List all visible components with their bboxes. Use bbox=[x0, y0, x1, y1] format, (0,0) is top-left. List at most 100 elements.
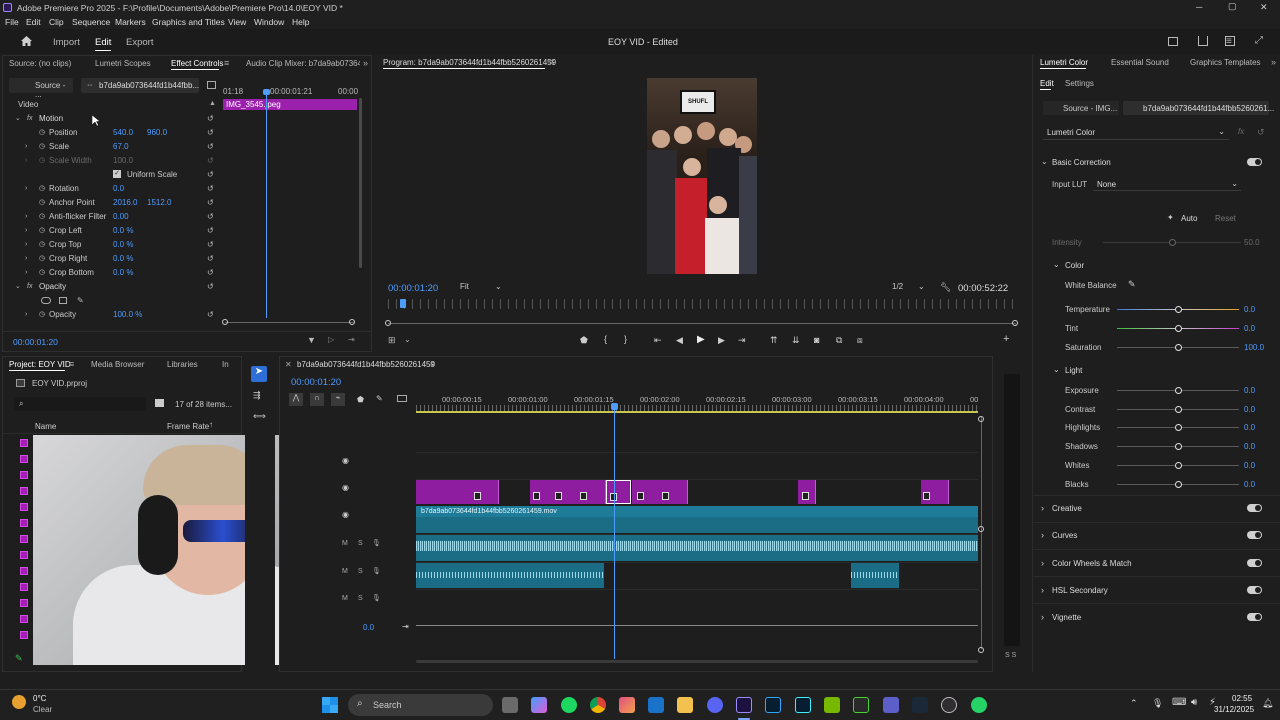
settings-wrench-icon[interactable]: 🔧︎ bbox=[940, 282, 951, 293]
clip-swatch[interactable] bbox=[20, 455, 28, 463]
more-tabs-icon[interactable]: » bbox=[363, 58, 368, 68]
photo-clip[interactable] bbox=[798, 480, 816, 504]
chevron-down-icon[interactable]: ⌄ bbox=[1053, 365, 1060, 374]
edit-tab[interactable]: Edit bbox=[95, 37, 111, 48]
camera-icon[interactable]: ◙ bbox=[814, 335, 819, 345]
premiere-icon[interactable] bbox=[736, 697, 752, 713]
program-ruler[interactable] bbox=[388, 299, 1016, 309]
reset-all-icon[interactable]: ↺ bbox=[1257, 127, 1265, 138]
menu-clip[interactable]: Clip bbox=[49, 17, 64, 27]
task-view-icon[interactable] bbox=[502, 697, 518, 713]
creative-toggle[interactable] bbox=[1247, 504, 1262, 512]
hsl-toggle[interactable] bbox=[1247, 586, 1262, 594]
bin-icon[interactable] bbox=[155, 399, 164, 407]
mark-in-icon[interactable]: { bbox=[604, 334, 607, 344]
taskbar-search[interactable]: ⌕ Search bbox=[348, 694, 493, 716]
stopwatch-icon[interactable]: ◷ bbox=[39, 198, 45, 206]
export-icon[interactable]: ⇥ bbox=[348, 335, 355, 344]
chevron-right-icon[interactable]: › bbox=[25, 269, 27, 276]
chevron-right-icon[interactable]: › bbox=[1041, 503, 1044, 513]
play-icon[interactable]: ▶︎ bbox=[697, 334, 705, 345]
photoshop-icon[interactable] bbox=[765, 697, 781, 713]
selected-photo-clip[interactable] bbox=[606, 480, 631, 504]
workspaces-icon[interactable] bbox=[1168, 37, 1178, 46]
selection-tool-icon[interactable]: ➤ bbox=[251, 366, 267, 382]
minimize-button[interactable]: ─ bbox=[1196, 2, 1202, 12]
reset-icon[interactable]: ↺ bbox=[207, 226, 214, 235]
lumetri-clip-dropdown[interactable]: b7da9ab073644fd1b44fbb5260261... bbox=[1123, 101, 1274, 115]
work-area-bar[interactable] bbox=[416, 411, 978, 413]
go-to-out-icon[interactable]: ⇥ bbox=[738, 335, 746, 346]
track-mute[interactable]: M bbox=[342, 595, 348, 602]
fx-toggle-icon[interactable]: fx bbox=[1238, 127, 1244, 136]
snap-icon[interactable]: ⋀ bbox=[289, 393, 303, 406]
col-name[interactable]: Name bbox=[35, 422, 56, 431]
tab-audio-clip-mixer[interactable]: Audio Clip Mixer: b7da9ab073644fd1b44fbb… bbox=[246, 59, 360, 68]
filter-icon[interactable]: ▼ bbox=[307, 335, 316, 345]
chevron-right-icon[interactable]: › bbox=[25, 185, 27, 192]
menu-sequence[interactable]: Sequence bbox=[72, 17, 110, 27]
stopwatch-icon[interactable]: ◷ bbox=[39, 268, 45, 276]
go-to-in-icon[interactable]: ⇤ bbox=[654, 335, 662, 346]
audio-clip[interactable] bbox=[416, 535, 978, 561]
toggle-icon[interactable] bbox=[207, 81, 216, 89]
lift-icon[interactable]: ⇈ bbox=[770, 335, 778, 346]
stopwatch-icon[interactable]: ◷ bbox=[39, 240, 45, 248]
section-color-wheels[interactable]: Color Wheels & Match bbox=[1052, 559, 1132, 568]
clip-swatch[interactable] bbox=[20, 471, 28, 479]
mark-out-icon[interactable]: } bbox=[624, 334, 627, 344]
ripple-edit-icon[interactable]: ⟺ bbox=[253, 411, 266, 422]
clip-swatch[interactable] bbox=[20, 439, 28, 447]
menu-view[interactable]: View bbox=[228, 17, 246, 27]
chevron-right-icon[interactable]: › bbox=[25, 311, 27, 318]
reset-icon[interactable]: ↺ bbox=[207, 142, 214, 151]
stopwatch-icon[interactable]: ◷ bbox=[39, 184, 45, 192]
lightroom-icon[interactable] bbox=[795, 697, 811, 713]
track-eye-icon[interactable]: ◉ bbox=[342, 456, 349, 465]
marker-icon[interactable]: ⬟ bbox=[357, 395, 364, 404]
audio-clip[interactable] bbox=[416, 563, 604, 588]
uniform-scale-checkbox[interactable]: ✓ bbox=[113, 170, 121, 178]
add-marker-icon[interactable]: ⬟ bbox=[580, 335, 588, 346]
reset-icon[interactable]: ↺ bbox=[207, 212, 214, 221]
stopwatch-icon[interactable]: ◷ bbox=[39, 142, 45, 150]
reset-icon[interactable]: ↺ bbox=[207, 310, 214, 319]
outlook-icon[interactable] bbox=[648, 697, 664, 713]
reset-icon[interactable]: ↺ bbox=[207, 268, 214, 277]
eyedropper-icon[interactable]: ✎ bbox=[1128, 279, 1136, 290]
subtab-settings[interactable]: Settings bbox=[1065, 79, 1094, 88]
chrome-icon[interactable] bbox=[590, 697, 606, 713]
file-explorer-icon[interactable] bbox=[677, 697, 693, 713]
close-button[interactable]: ✕ bbox=[1260, 2, 1268, 13]
tray-mic-icon[interactable]: 🎙︎ bbox=[1152, 698, 1163, 709]
stopwatch-icon[interactable]: ◷ bbox=[39, 226, 45, 234]
tab-source[interactable]: Source: (no clips) bbox=[9, 59, 71, 68]
play-only-icon[interactable]: ▷ bbox=[328, 335, 334, 344]
pencil-icon[interactable]: ✎ bbox=[15, 653, 23, 664]
windows-start-icon[interactable] bbox=[322, 697, 338, 713]
chevron-right-icon[interactable]: › bbox=[25, 255, 27, 262]
reset-icon[interactable]: ↺ bbox=[207, 114, 214, 123]
chevron-down-icon[interactable]: ⌄ bbox=[1041, 157, 1048, 166]
copilot-icon[interactable] bbox=[531, 697, 547, 713]
chevron-right-icon[interactable]: › bbox=[1041, 530, 1044, 540]
rect-mask-icon[interactable] bbox=[59, 296, 67, 304]
tab-menu-icon[interactable]: ≡ bbox=[224, 58, 229, 68]
mic-icon[interactable]: 🎙︎ bbox=[372, 594, 381, 602]
maximize-button[interactable]: ▢ bbox=[1228, 1, 1237, 12]
safe-margins-icon[interactable]: ⊞ bbox=[388, 335, 396, 346]
step-back-icon[interactable]: ◀︎ bbox=[676, 335, 683, 346]
program-zoom-bar[interactable] bbox=[388, 323, 1016, 324]
chevron-down-icon[interactable]: ⌄ bbox=[15, 282, 21, 290]
reset-icon[interactable]: ↺ bbox=[207, 282, 214, 291]
tab-media-browser[interactable]: Media Browser bbox=[91, 360, 144, 369]
tray-chevron-icon[interactable]: ⌃ bbox=[1130, 698, 1138, 709]
magnet-icon[interactable]: ∩ bbox=[310, 393, 324, 406]
tray-network-icon[interactable]: ⌨︎ bbox=[1172, 697, 1186, 708]
light-label[interactable]: Light bbox=[1065, 366, 1082, 375]
clip-swatch[interactable] bbox=[20, 615, 28, 623]
track-solo[interactable]: S bbox=[358, 595, 363, 602]
close-sequence-icon[interactable]: ✕ bbox=[285, 360, 292, 369]
steam-icon[interactable] bbox=[912, 697, 928, 713]
chevron-right-icon[interactable]: › bbox=[25, 227, 27, 234]
